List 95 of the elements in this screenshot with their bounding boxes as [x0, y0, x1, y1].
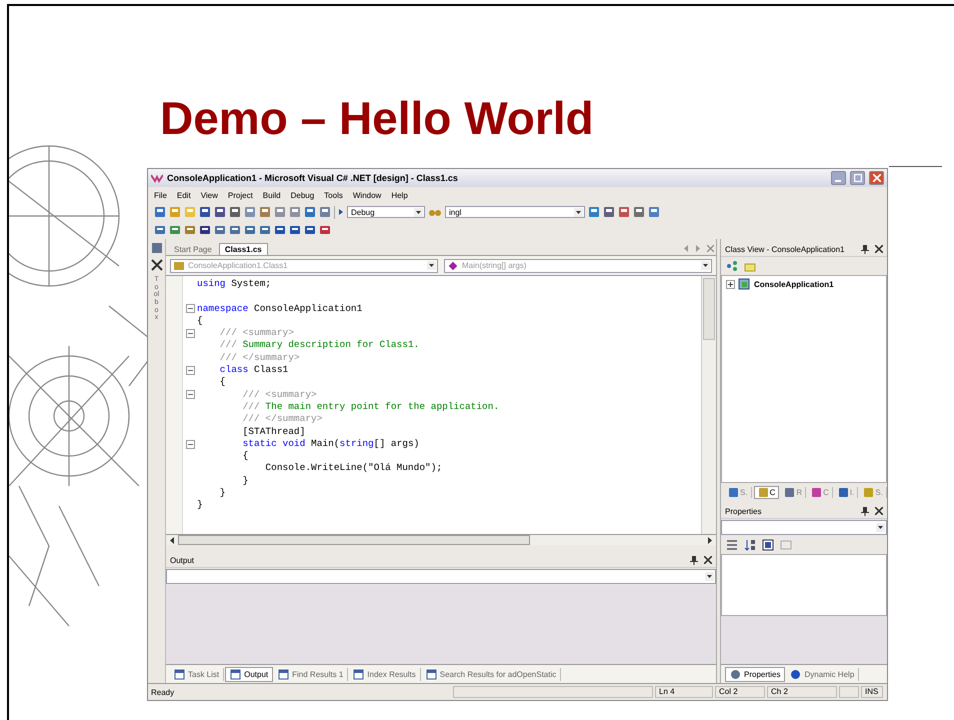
caret-icon — [876, 523, 885, 532]
app-logo-icon — [151, 173, 163, 183]
categorized-icon[interactable] — [726, 539, 738, 551]
scroll-left-icon[interactable] — [169, 536, 175, 544]
code-line: [STAThread] — [242, 426, 306, 438]
code-line: } — [197, 499, 203, 512]
caret-icon — [705, 572, 714, 581]
column-indicator: Col 2 — [715, 686, 765, 698]
document-tab[interactable]: Class1.cs — [218, 243, 268, 255]
minimize-button[interactable] — [831, 171, 846, 185]
scroll-right-icon[interactable] — [707, 536, 713, 544]
menu-item[interactable]: Window — [352, 190, 382, 200]
code-line: /// The main entry point for the application. — [242, 400, 500, 414]
square-icon — [784, 486, 796, 498]
method-icon — [448, 260, 459, 270]
panel-tab[interactable]: Search Results for adOpenStatic — [422, 668, 562, 680]
code-line: namespace ConsoleApplication1 — [197, 302, 362, 315]
code-line: /// <summary> — [218, 327, 294, 340]
panel-tab[interactable]: Dynamic Help — [786, 668, 860, 680]
pin-icon[interactable] — [690, 556, 698, 564]
square-icon — [863, 486, 874, 498]
close-icon[interactable] — [875, 245, 883, 253]
code-line: /// </summary> — [242, 413, 322, 426]
play-icon[interactable] — [338, 208, 344, 216]
square-icon — [811, 486, 822, 498]
output-source-dropdown[interactable] — [166, 569, 716, 584]
code-line: { — [197, 314, 203, 328]
alphabetical-icon[interactable] — [744, 539, 756, 551]
panel-tab[interactable]: C — [754, 486, 780, 498]
menu-item[interactable]: Tools — [324, 190, 343, 200]
tree-item[interactable]: ConsoleApplication1 — [754, 280, 834, 288]
class-icon — [174, 260, 185, 270]
code-line: using System; — [197, 278, 272, 290]
code-line: } — [218, 487, 226, 500]
code-line: class Class1 — [218, 364, 288, 376]
panel-tab[interactable]: Output — [225, 666, 274, 682]
panel-tab[interactable]: Task List — [170, 668, 224, 680]
char-indicator: Ch 2 — [767, 686, 837, 698]
code-line: static void Main(string[] args) — [242, 438, 420, 450]
panel-title: Class View - ConsoleApplication1 — [725, 244, 844, 254]
find-dropdown[interactable]: ingl — [445, 206, 585, 218]
code-line: { — [242, 450, 248, 462]
close-icon — [872, 174, 880, 182]
caret-icon — [701, 261, 710, 270]
square-icon — [838, 486, 849, 498]
menu-item[interactable]: Edit — [176, 190, 191, 200]
square-icon — [728, 486, 739, 498]
code-line: Console.WriteLine("Olá Mundo"); — [264, 462, 442, 475]
close-icon[interactable] — [704, 556, 712, 564]
project-icon — [738, 278, 751, 290]
menu-item[interactable]: Build — [262, 190, 281, 200]
collapse-icon[interactable] — [186, 304, 194, 314]
panel-tab[interactable]: Properties — [725, 666, 786, 682]
panel-tab[interactable]: Find Results 1 — [274, 668, 348, 680]
menu-item[interactable]: Debug — [290, 190, 314, 200]
code-line: /// Summary description for Class1. — [218, 339, 420, 352]
panel-tab[interactable]: Index Results — [349, 668, 421, 680]
code-line: } — [242, 474, 248, 488]
menu-item[interactable]: File — [154, 190, 167, 200]
code-line: /// <summary> — [242, 388, 317, 401]
pin-icon[interactable] — [861, 244, 869, 254]
window-title: ConsoleApplication1 - Microsoft Visual C# .NET [design] - Class1.cs — [167, 173, 458, 183]
panel-title: Properties — [725, 506, 762, 516]
pin-icon[interactable] — [861, 506, 869, 516]
caret-icon — [574, 208, 583, 216]
document-tab[interactable]: Start Page — [169, 244, 217, 255]
close-button[interactable] — [869, 171, 884, 185]
square-icon — [758, 486, 769, 498]
code-line: { — [218, 376, 226, 389]
line-indicator: Ln 4 — [655, 686, 713, 698]
caret-icon — [427, 261, 436, 270]
close-icon[interactable] — [875, 507, 883, 515]
caret-icon — [414, 208, 423, 216]
collapse-icon[interactable] — [186, 366, 194, 375]
slide-title: Demo – Hello World — [159, 91, 595, 146]
horizontal-scrollbar[interactable] — [166, 534, 716, 545]
circle-icon — [730, 668, 741, 680]
collapse-icon[interactable] — [186, 328, 194, 338]
status-message: Ready — [151, 688, 176, 696]
status-panel — [839, 686, 859, 698]
vertical-scrollbar[interactable] — [701, 276, 716, 534]
circle-icon — [790, 668, 802, 680]
panel-title: Output — [170, 556, 194, 564]
maximize-icon — [854, 174, 862, 182]
insert-mode-indicator: INS — [861, 686, 883, 698]
menu-item[interactable]: View — [200, 190, 218, 200]
maximize-button[interactable] — [850, 171, 865, 185]
code-line: /// </summary> — [218, 352, 300, 364]
collapse-icon[interactable] — [186, 440, 194, 448]
configuration-dropdown[interactable]: Debug — [347, 206, 425, 218]
collapse-icon[interactable] — [186, 390, 194, 400]
sort-icon[interactable] — [726, 261, 738, 271]
menu-item[interactable]: Project — [228, 190, 253, 200]
expand-icon[interactable] — [726, 280, 735, 288]
menu-item[interactable]: Help — [391, 190, 408, 200]
